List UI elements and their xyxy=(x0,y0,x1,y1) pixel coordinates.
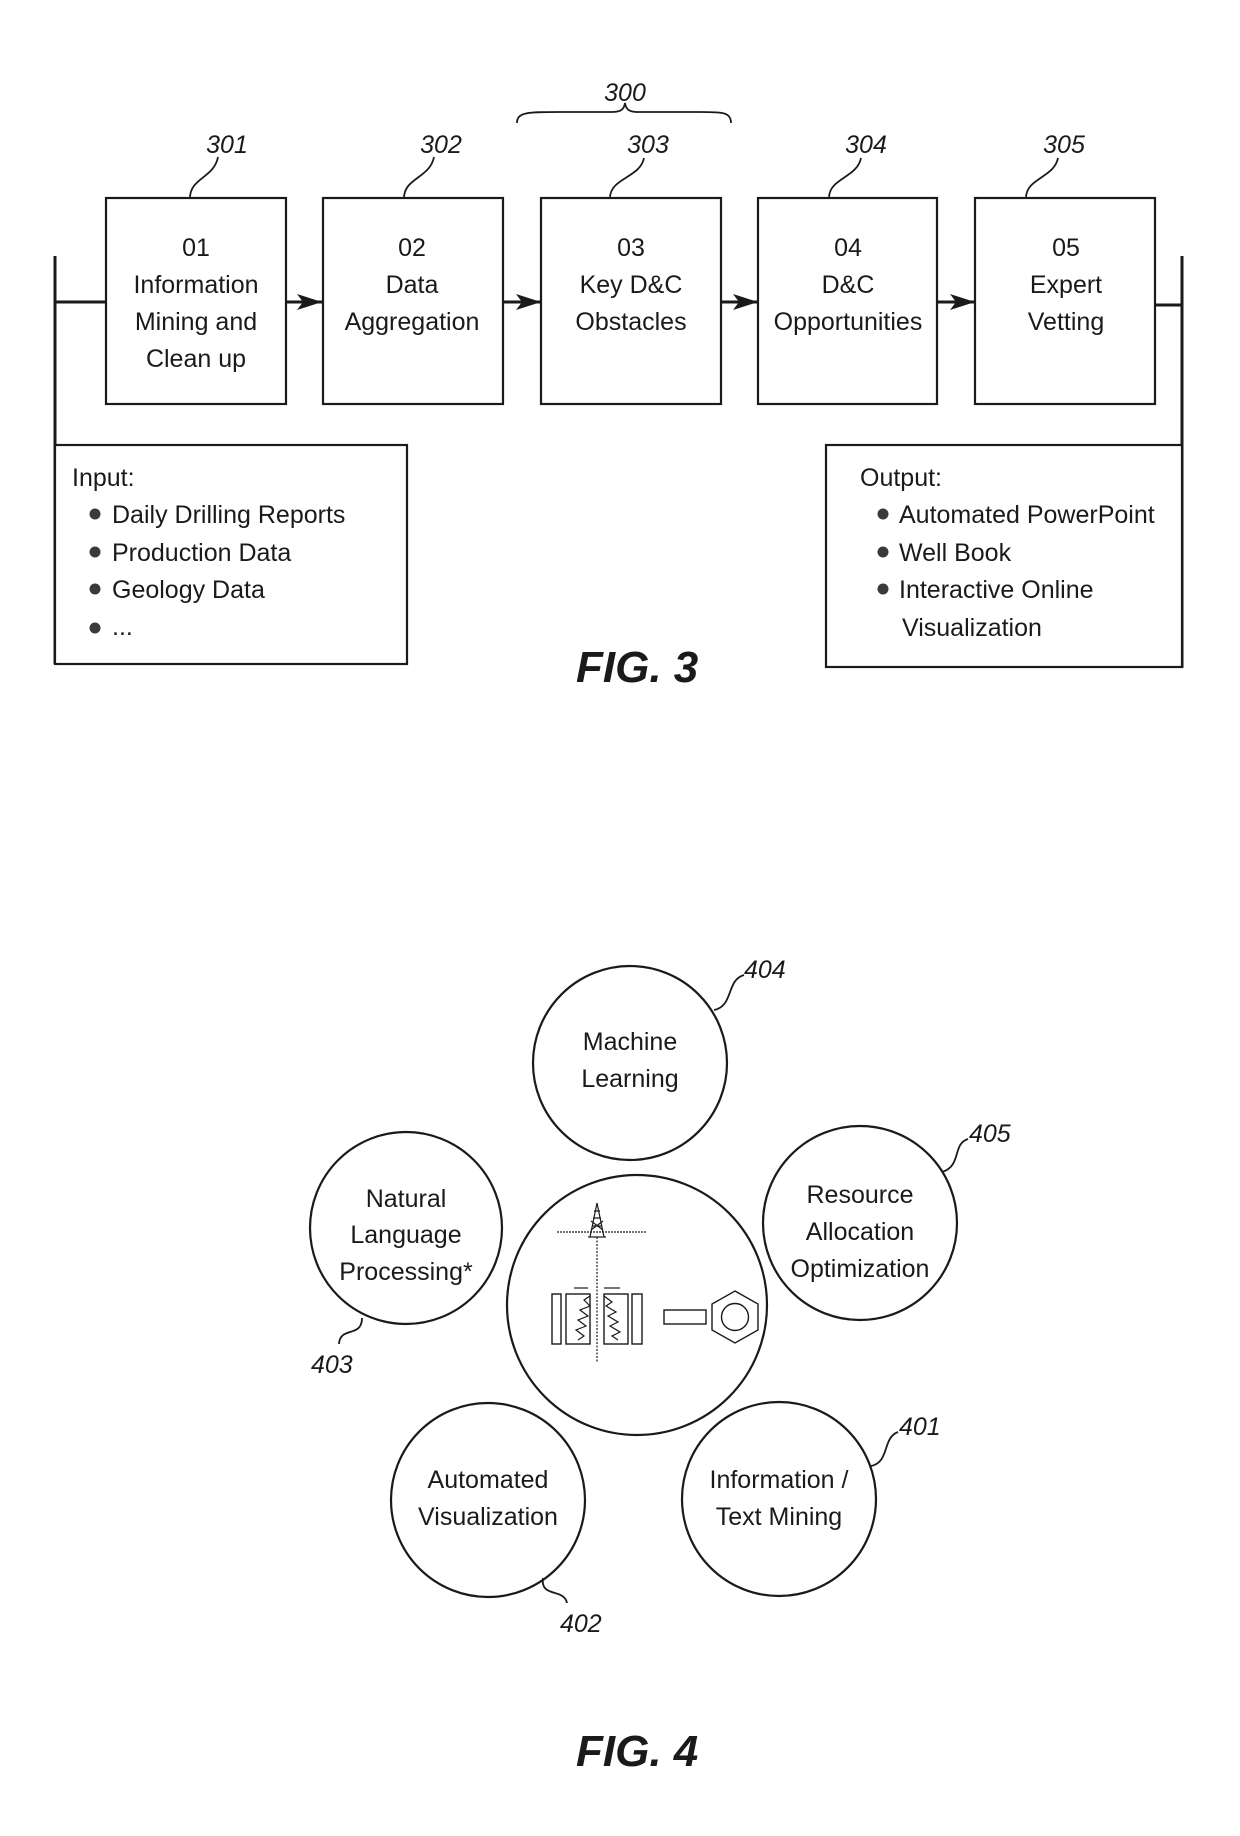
ref-label-300: 300 xyxy=(604,79,646,107)
step-label-line: Mining and xyxy=(135,308,257,336)
ref-leader-404 xyxy=(713,974,745,1011)
output-box: Output: Automated PowerPoint Well Book I… xyxy=(824,443,1184,669)
bullet-icon xyxy=(89,508,101,520)
ref-leader-304 xyxy=(828,157,862,199)
bullet-icon xyxy=(89,583,101,595)
step-box-01: 301 01 Information Mining and Clean up xyxy=(104,131,288,406)
output-item: Interactive Online xyxy=(899,576,1094,604)
node-resource-allocation: Resource Allocation Optimization 405 xyxy=(761,1120,1011,1322)
step-label-line: Expert xyxy=(1030,271,1102,299)
nut-hole xyxy=(720,1302,750,1332)
bullet-icon xyxy=(89,622,101,634)
step-label-line: Information xyxy=(133,271,258,299)
node-label-line: Information / xyxy=(710,1466,849,1494)
center-hub xyxy=(505,1173,769,1437)
node-label-line: Machine xyxy=(583,1028,678,1056)
node-label-line: Visualization xyxy=(418,1503,558,1531)
ref-label-401: 401 xyxy=(899,1413,941,1441)
ref-leader-303 xyxy=(609,157,645,199)
step-label-line: D&C xyxy=(822,271,875,299)
ref-leader-402 xyxy=(542,1577,568,1604)
bullet-icon xyxy=(877,583,889,595)
ref-leader-301 xyxy=(189,156,219,199)
figure-caption-4: FIG. 4 xyxy=(576,1727,698,1776)
input-item: Daily Drilling Reports xyxy=(112,501,345,529)
step-label-line: Key D&C xyxy=(580,271,683,299)
node-label-line: Text Mining xyxy=(716,1503,842,1531)
node-natural-language-processing: Natural Language Processing* 403 xyxy=(308,1130,504,1379)
output-item-continuation: Visualization xyxy=(902,614,1042,642)
step-label-line: Obstacles xyxy=(575,308,686,336)
node-automated-visualization: Automated Visualization 402 xyxy=(389,1401,602,1638)
node-label-line: Optimization xyxy=(791,1255,930,1283)
bolt-shank-icon xyxy=(663,1309,707,1325)
ref-leader-401 xyxy=(870,1431,899,1467)
node-label-line: Automated xyxy=(428,1466,549,1494)
step-box-02: 302 02 Data Aggregation xyxy=(321,131,505,406)
ref-leader-405 xyxy=(941,1138,969,1173)
node-information-text-mining: Information / Text Mining 401 xyxy=(680,1400,941,1598)
input-item: Production Data xyxy=(112,539,291,567)
ref-label-402: 402 xyxy=(560,1610,602,1638)
step-box-04: 304 04 D&C Opportunities xyxy=(756,131,939,406)
patent-figure-sheet: 300 301 01 Information Mining and Clean … xyxy=(53,79,1184,1776)
ref-label-301: 301 xyxy=(206,131,248,159)
output-item: Automated PowerPoint xyxy=(899,501,1155,529)
figure-caption-3: FIG. 3 xyxy=(576,643,698,692)
node-label-line: Processing* xyxy=(339,1258,473,1286)
step-number: 04 xyxy=(834,234,862,262)
ref-label-405: 405 xyxy=(969,1120,1011,1148)
ref-leader-302 xyxy=(403,156,435,199)
step-number: 03 xyxy=(617,234,645,262)
ref-leader-403 xyxy=(338,1317,363,1345)
ref-leader-305 xyxy=(1025,157,1059,199)
step-number: 05 xyxy=(1052,234,1080,262)
node-label-line: Language xyxy=(350,1221,461,1249)
step-label-line: Data xyxy=(386,271,439,299)
step-number: 01 xyxy=(182,234,210,262)
output-item: Well Book xyxy=(899,539,1012,567)
node-label-line: Learning xyxy=(581,1065,678,1093)
figure-4: Machine Learning 404 Resource Allocation… xyxy=(308,956,1011,1776)
outer-plate-left xyxy=(551,1293,562,1345)
step-label-line: Aggregation xyxy=(345,308,480,336)
input-box: Input: Daily Drilling Reports Production… xyxy=(53,443,409,666)
inner-block-left xyxy=(565,1293,591,1345)
bullet-icon xyxy=(877,546,889,558)
input-item: ... xyxy=(112,613,133,641)
ref-label-404: 404 xyxy=(744,956,786,984)
ref-label-305: 305 xyxy=(1043,131,1085,159)
step-label-line: Vetting xyxy=(1028,308,1104,336)
ref-label-403: 403 xyxy=(311,1351,353,1379)
ref-label-304: 304 xyxy=(845,131,887,159)
ref-label-302: 302 xyxy=(420,131,462,159)
step-label-line: Clean up xyxy=(146,345,246,373)
node-machine-learning: Machine Learning 404 xyxy=(531,956,786,1162)
output-title: Output: xyxy=(860,464,942,492)
node-label-line: Resource xyxy=(807,1181,914,1209)
node-label-line: Natural xyxy=(366,1185,447,1213)
node-label-line: Allocation xyxy=(806,1218,914,1246)
input-item: Geology Data xyxy=(112,576,265,604)
input-title: Input: xyxy=(72,464,135,492)
step-number: 02 xyxy=(398,234,426,262)
inner-block-right xyxy=(603,1293,629,1345)
step-label-line: Opportunities xyxy=(774,308,923,336)
bullet-icon xyxy=(89,546,101,558)
ref-label-303: 303 xyxy=(627,131,669,159)
bullet-icon xyxy=(877,508,889,520)
outer-plate-right xyxy=(631,1293,643,1345)
step-box-05: 305 05 Expert Vetting xyxy=(973,131,1157,406)
figure-3: 300 301 01 Information Mining and Clean … xyxy=(53,79,1184,692)
step-box-03: 303 03 Key D&C Obstacles xyxy=(539,131,723,406)
